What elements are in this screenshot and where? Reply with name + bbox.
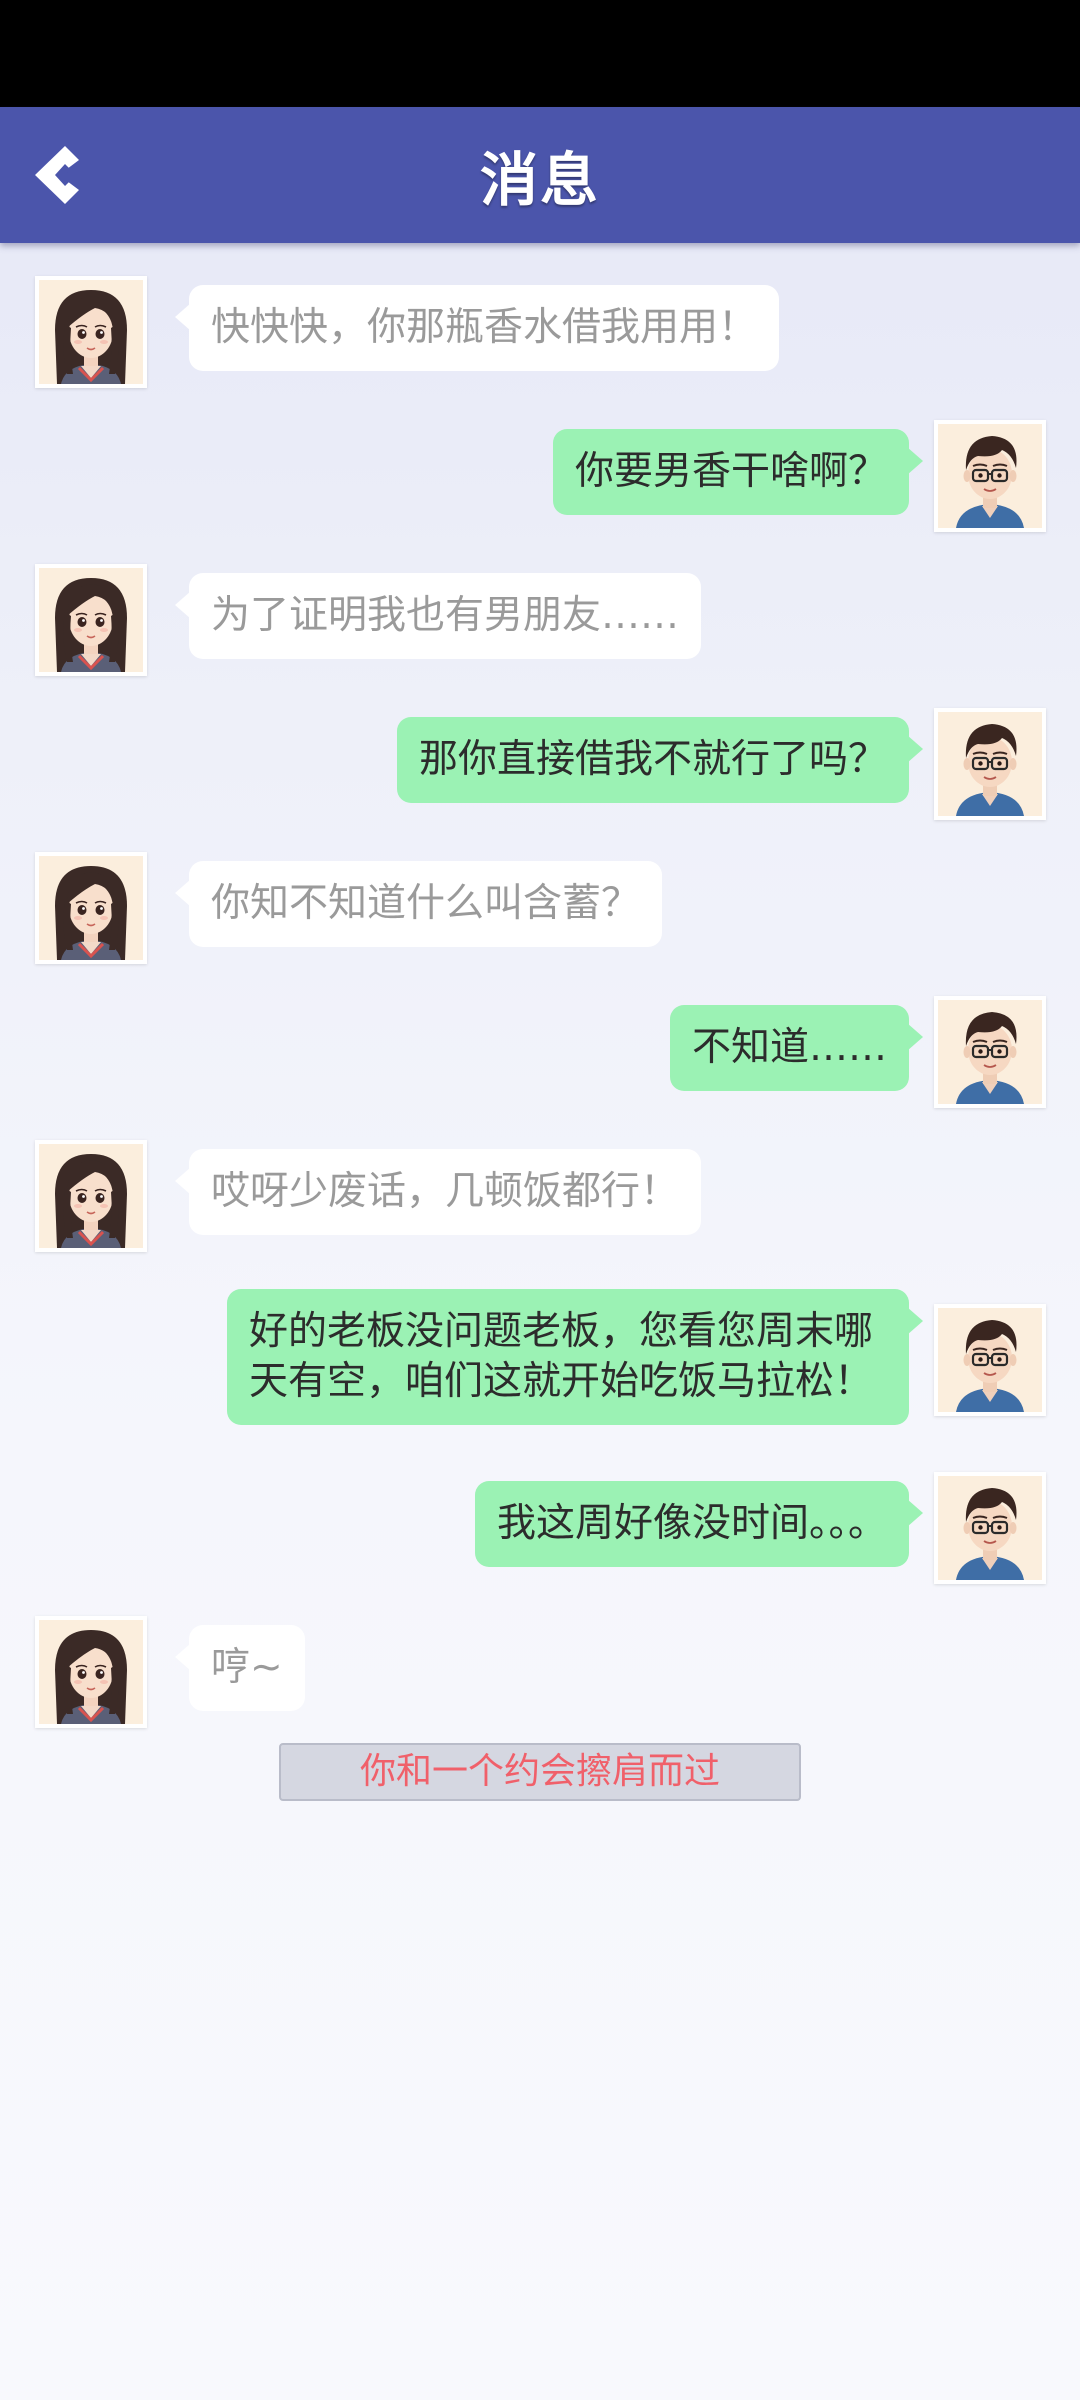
- girl-avatar[interactable]: [35, 564, 147, 676]
- girl-avatar[interactable]: [35, 1616, 147, 1728]
- boy-avatar[interactable]: [934, 1472, 1046, 1584]
- status-bar: [0, 0, 1080, 107]
- boy-avatar[interactable]: [934, 996, 1046, 1108]
- girl-avatar[interactable]: [35, 1140, 147, 1252]
- incoming-message-bubble: 你知不知道什么叫含蓄？: [174, 861, 663, 947]
- girl-avatar[interactable]: [35, 852, 147, 964]
- missed-date-notice: 你和一个约会擦肩而过: [279, 1743, 801, 1801]
- header-bar: 消息: [0, 107, 1080, 243]
- boy-avatar[interactable]: [934, 420, 1046, 532]
- outgoing-message-bubble: 你要男香干啥啊？: [552, 429, 924, 515]
- incoming-message-bubble: 哎呀少废话，几顿饭都行！: [174, 1149, 702, 1235]
- incoming-message-bubble: 为了证明我也有男朋友……: [174, 573, 702, 659]
- outgoing-message-bubble: 不知道……: [669, 1005, 924, 1091]
- girl-avatar[interactable]: [35, 276, 147, 388]
- outgoing-message-bubble: 我这周好像没时间。。。: [474, 1481, 924, 1567]
- outgoing-message-bubble: 好的老板没问题老板，您看您周末哪天有空，咱们这就开始吃饭马拉松！: [227, 1289, 923, 1425]
- outgoing-message-bubble: 那你直接借我不就行了吗？: [396, 717, 924, 803]
- boy-avatar[interactable]: [934, 1304, 1046, 1416]
- page-title: 消息: [479, 146, 600, 214]
- incoming-message-bubble: 快快快，你那瓶香水借我用用！: [174, 285, 780, 371]
- incoming-message-bubble: 哼~: [175, 1625, 305, 1711]
- boy-avatar[interactable]: [934, 708, 1046, 820]
